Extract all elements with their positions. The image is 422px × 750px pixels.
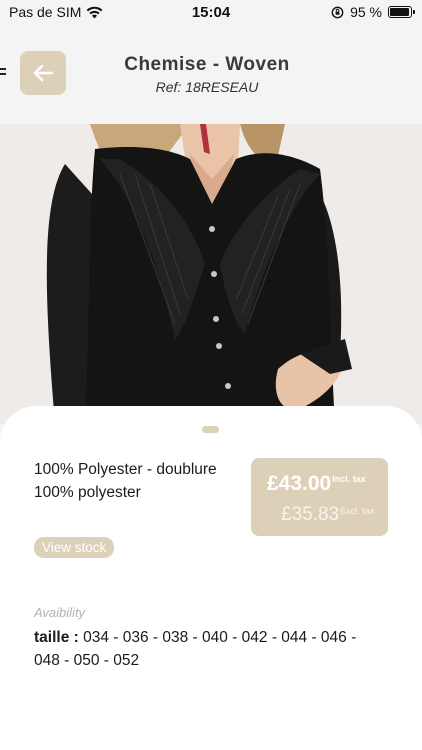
- composition-line: 100% Polyester - doublure: [34, 461, 217, 478]
- view-stock-button[interactable]: View stock: [34, 537, 115, 558]
- product-image: [0, 124, 422, 424]
- battery-level: [390, 8, 409, 16]
- back-button[interactable]: [20, 51, 66, 95]
- arrow-left-icon: [33, 64, 54, 82]
- price-incl-tax: £43.00Incl. tax: [267, 472, 366, 496]
- price-excl-label: Excl. tax: [340, 506, 375, 516]
- battery-icon: [388, 6, 415, 18]
- product-details-sheet: 100% Polyester - doublure 100% polyester…: [0, 406, 422, 750]
- header: Chemise - Woven Ref: 18RESEAU: [0, 24, 422, 124]
- status-right: 95 %: [331, 4, 415, 20]
- status-bar: Pas de SIM 15:04 95 %: [0, 0, 422, 24]
- availability-label: Avaibility: [34, 605, 86, 620]
- sizes-label: taille :: [34, 629, 79, 646]
- price-incl-label: Incl. tax: [332, 474, 366, 484]
- sheet-handle[interactable]: [202, 426, 219, 433]
- composition: 100% Polyester - doublure 100% polyester: [34, 458, 244, 504]
- blouse-photo: [0, 124, 422, 424]
- product-ref: Ref: 18RESEAU: [155, 79, 259, 95]
- composition-line: 100% polyester: [34, 484, 141, 501]
- price-excl-tax: £35.83Excl. tax: [281, 504, 374, 526]
- price-box: £43.00Incl. tax £35.83Excl. tax: [251, 458, 388, 536]
- price-excl-value: £35.83: [281, 504, 340, 525]
- sizes-list: taille : 034 - 036 - 038 - 040 - 042 - 0…: [34, 626, 384, 672]
- sizes-values: 034 - 036 - 038 - 040 - 042 - 044 - 046 …: [34, 629, 357, 669]
- orientation-lock-icon: [331, 6, 344, 18]
- menu-icon[interactable]: [0, 68, 6, 77]
- page-title: Chemise - Woven: [124, 54, 290, 75]
- price-incl-value: £43.00: [267, 472, 332, 495]
- battery-percent: 95 %: [350, 4, 382, 20]
- title-block: Chemise - Woven Ref: 18RESEAU: [107, 54, 307, 95]
